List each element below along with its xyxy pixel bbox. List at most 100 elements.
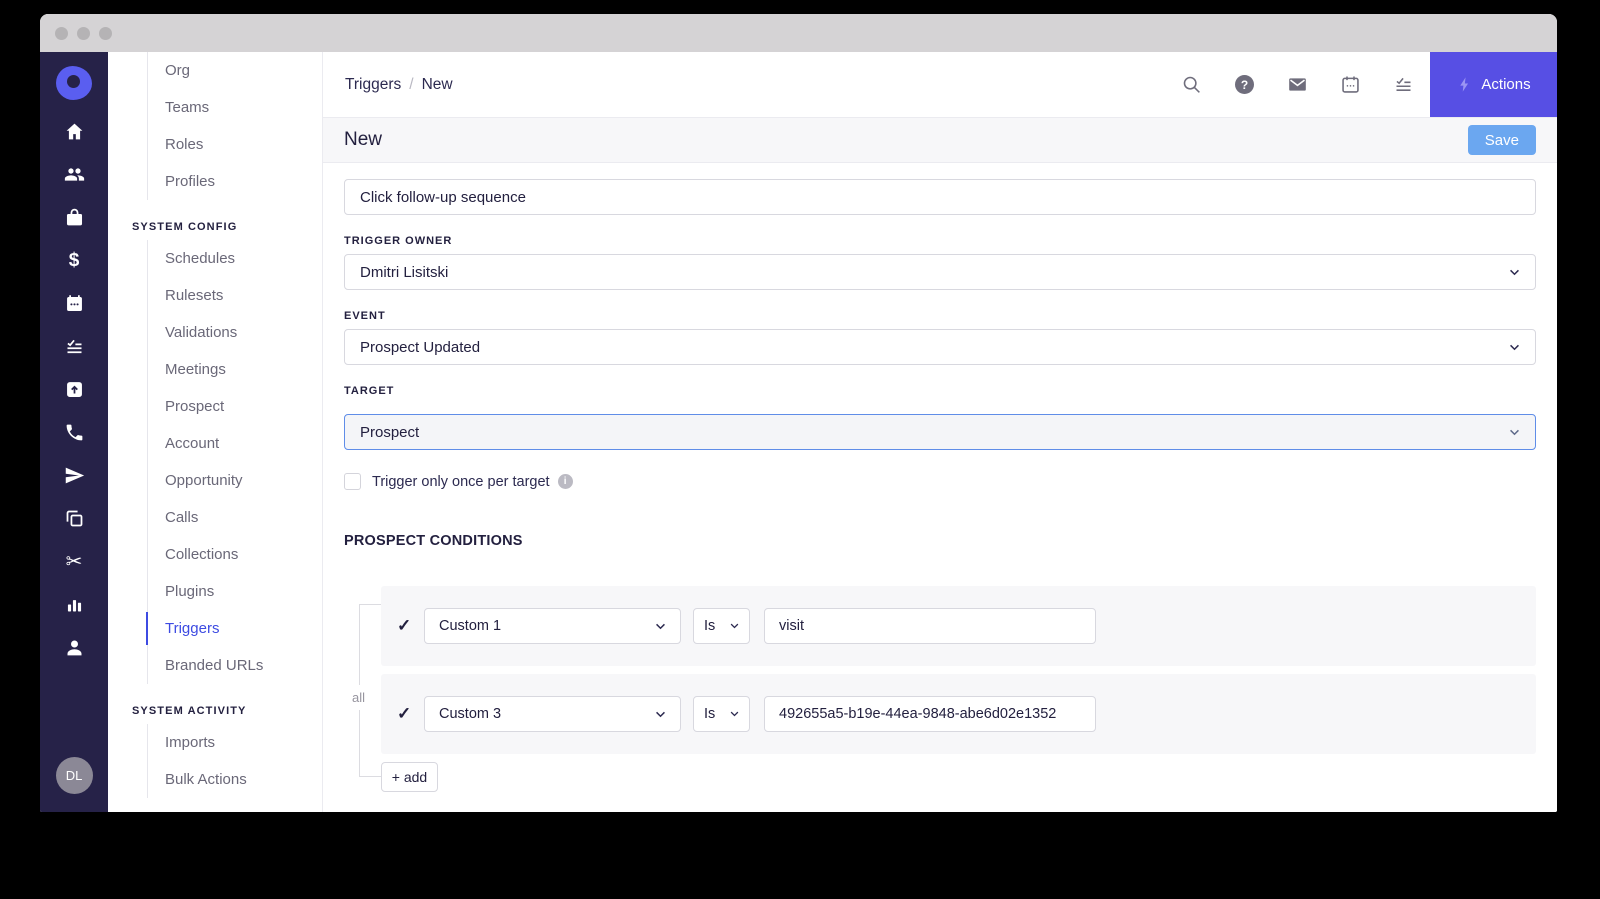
nav-group: Schedules Rulesets Validations Meetings Pros… [146, 240, 322, 684]
sidebar-item-opportunity[interactable]: Opportunity [148, 462, 322, 499]
trigger-once-label: Trigger only once per target [372, 473, 550, 490]
help-icon[interactable]: ? [1218, 52, 1271, 117]
trigger-once-checkbox[interactable] [344, 473, 361, 490]
sidebar-item-account[interactable]: Account [148, 425, 322, 462]
info-icon[interactable]: i [557, 474, 573, 489]
primary-sidebar: $ ✂ DL [40, 52, 108, 812]
chevron-down-icon [1510, 269, 1519, 275]
sidebar-item-imports[interactable]: Imports [148, 724, 322, 761]
condition-field-value: Custom 1 [439, 618, 502, 634]
bag-icon[interactable] [40, 196, 108, 239]
trigger-owner-value: Dmitri Lisitski [360, 263, 449, 281]
sidebar-item-branded-urls[interactable]: Branded URLs [148, 647, 322, 684]
sidebar-item-prospect[interactable]: Prospect [148, 388, 322, 425]
main-area: Triggers / New ? Actions New Save TRIGGE… [323, 52, 1557, 812]
chevron-down-icon [656, 623, 665, 629]
save-button[interactable]: Save [1467, 125, 1536, 155]
app-window: $ ✂ DL Org Teams Roles Profiles SYSTEM CONFIG… [40, 14, 1557, 812]
sidebar-item-validations[interactable]: Validations [148, 314, 322, 351]
search-icon[interactable] [1165, 52, 1218, 117]
sidebar-item-roles[interactable]: Roles [148, 126, 322, 163]
nav-group-header: SYSTEM ACTIVITY [132, 705, 247, 717]
condition-operator-select[interactable]: Is [693, 696, 750, 732]
window-zoom-button[interactable] [99, 26, 112, 40]
dollar-icon[interactable]: $ [40, 239, 108, 282]
breadcrumb-current: New [421, 75, 453, 93]
trigger-owner-select[interactable]: Dmitri Lisitski [344, 254, 1536, 290]
page-header: New Save [323, 118, 1557, 163]
breadcrumb: Triggers / New [323, 52, 1165, 117]
nav-group: Imports Bulk Actions [147, 724, 322, 798]
secondary-sidebar: Org Teams Roles Profiles SYSTEM CONFIG Schedu… [108, 52, 323, 812]
sidebar-item-rulesets[interactable]: Rulesets [148, 277, 322, 314]
actions-button-label: Actions [1481, 76, 1531, 93]
conditions-section: all ✓ Custom 1 Is ✓ Custom 3 Is + add [344, 586, 1536, 792]
tasks-icon[interactable] [1377, 52, 1430, 117]
scissors-icon[interactable]: ✂ [40, 540, 108, 583]
window-close-button[interactable] [55, 26, 68, 40]
window-titlebar [40, 14, 1557, 52]
condition-value-input[interactable] [764, 696, 1096, 732]
window-minimize-button[interactable] [77, 26, 90, 40]
event-select[interactable]: Prospect Updated [344, 329, 1536, 365]
calendar-icon[interactable] [40, 282, 108, 325]
breadcrumb-parent-link[interactable]: Triggers [345, 76, 401, 94]
sidebar-item-profiles[interactable]: Profiles [148, 163, 322, 200]
condition-check-icon[interactable]: ✓ [397, 704, 424, 724]
chart-icon[interactable] [40, 583, 108, 626]
condition-value-input[interactable] [764, 608, 1096, 644]
condition-field-select[interactable]: Custom 1 [424, 608, 681, 644]
sidebar-item-schedules[interactable]: Schedules [148, 240, 322, 277]
sidebar-item-plugins[interactable]: Plugins [148, 573, 322, 610]
people-icon[interactable] [40, 153, 108, 196]
condition-list: ✓ Custom 1 Is ✓ Custom 3 Is [381, 586, 1536, 754]
home-icon[interactable] [40, 110, 108, 153]
match-all-label: all [350, 685, 368, 710]
condition-row: ✓ Custom 1 Is [381, 586, 1536, 666]
sidebar-item-calls[interactable]: Calls [148, 499, 322, 536]
outreach-logo-icon[interactable] [55, 65, 93, 101]
actions-button[interactable]: Actions [1430, 52, 1557, 117]
app-body: $ ✂ DL Org Teams Roles Profiles SYSTEM CONFIG… [40, 52, 1557, 812]
event-label: EVENT [344, 310, 386, 322]
chevron-down-icon [1510, 429, 1519, 435]
sidebar-item-collections[interactable]: Collections [148, 536, 322, 573]
add-condition-button[interactable]: + add [381, 762, 438, 792]
conditions-title: PROSPECT CONDITIONS [344, 533, 523, 549]
mail-icon[interactable] [1271, 52, 1324, 117]
target-value: Prospect [360, 423, 420, 441]
trigger-once-row: Trigger only once per target i [344, 473, 1536, 490]
person-icon[interactable] [40, 626, 108, 669]
nav-group: Org Teams Roles Profiles [147, 52, 322, 200]
user-avatar[interactable]: DL [55, 757, 93, 794]
conditions-bracket: all [350, 604, 381, 777]
trigger-form: TRIGGER OWNER Dmitri Lisitski EVENT Pros… [323, 163, 1557, 812]
chevron-down-icon [730, 623, 739, 629]
sidebar-item-triggers[interactable]: Triggers [146, 610, 322, 647]
breadcrumb-separator: / [409, 75, 414, 93]
target-select[interactable]: Prospect [344, 414, 1536, 450]
trigger-owner-label: TRIGGER OWNER [344, 235, 453, 247]
sidebar-item-teams[interactable]: Teams [148, 89, 322, 126]
sidebar-item-bulk-actions[interactable]: Bulk Actions [148, 761, 322, 798]
chevron-down-icon [1510, 344, 1519, 350]
primary-nav-icons: $ ✂ [40, 110, 108, 669]
page-title: New [344, 129, 383, 150]
nav-group-header: SYSTEM CONFIG [132, 221, 238, 233]
tasks-icon[interactable] [40, 325, 108, 368]
chevron-down-icon [730, 711, 739, 717]
event-value: Prospect Updated [360, 338, 481, 356]
phone-icon[interactable] [40, 411, 108, 454]
calendar-icon[interactable] [1324, 52, 1377, 117]
send-icon[interactable] [40, 454, 108, 497]
trigger-name-input[interactable] [344, 179, 1536, 215]
condition-operator-select[interactable]: Is [693, 608, 750, 644]
export-icon[interactable] [40, 368, 108, 411]
sidebar-item-meetings[interactable]: Meetings [148, 351, 322, 388]
sidebar-item-org[interactable]: Org [148, 52, 322, 89]
topbar-icon-row: ? [1165, 52, 1430, 117]
condition-field-select[interactable]: Custom 3 [424, 696, 681, 732]
condition-operator-value: Is [704, 706, 716, 722]
copy-icon[interactable] [40, 497, 108, 540]
condition-check-icon[interactable]: ✓ [397, 616, 424, 636]
